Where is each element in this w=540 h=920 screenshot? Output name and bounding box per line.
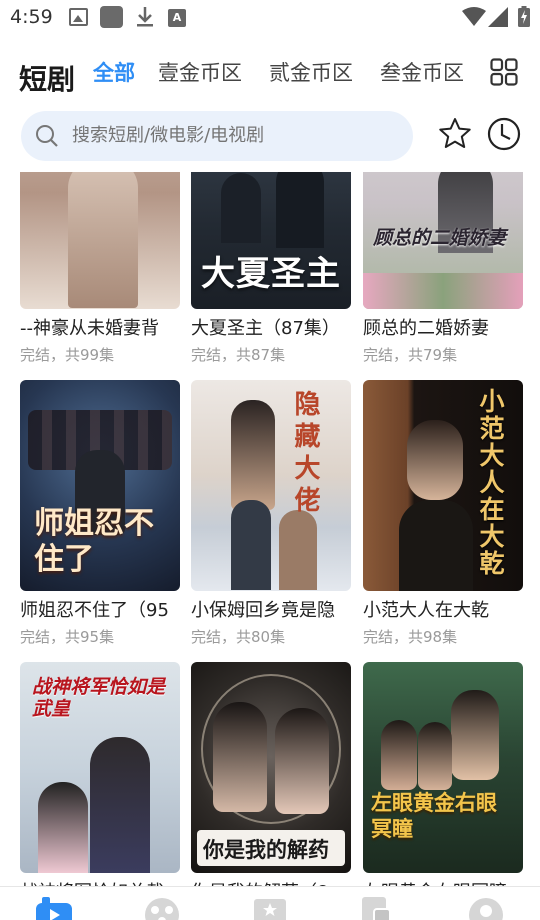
grid-view-icon[interactable] — [490, 58, 518, 86]
signal-icon — [488, 7, 508, 27]
drama-title: 你是我的解药（8 — [191, 878, 363, 886]
tab-one-coin[interactable]: 壹金币区 — [158, 57, 242, 87]
page-title: 短剧 — [19, 63, 76, 96]
document-icon[interactable] — [358, 895, 394, 920]
bookmark-star-icon[interactable] — [252, 895, 288, 920]
drama-poster[interactable]: 师姐忍不住了 — [20, 380, 180, 591]
status-time: 4:59 — [10, 6, 53, 28]
bottom-nav — [0, 886, 540, 920]
poster-title: 你是我的解药 — [203, 837, 329, 862]
tab-all[interactable]: 全部 — [93, 57, 135, 87]
favorite-star-icon[interactable] — [437, 116, 473, 152]
category-header: 短剧 全部 壹金币区 贰金币区 叁金币区 — [0, 50, 540, 100]
drama-poster[interactable]: 大夏圣主 — [191, 172, 351, 309]
drama-title: --神豪从未婚妻背 — [20, 318, 159, 339]
poster-title: 顾总的二婚娇妻 — [373, 227, 507, 249]
drama-status: 完结，共80集 — [191, 628, 286, 646]
drama-title: 战神将军恰如总裁 — [20, 878, 192, 886]
drama-status: 完结，共79集 — [363, 346, 458, 364]
search-icon — [36, 125, 58, 147]
poster-title: 大夏圣主 — [201, 254, 341, 294]
drama-status: 完结，共87集 — [191, 346, 286, 364]
drama-poster[interactable]: 顾总的二婚娇妻 — [363, 172, 523, 309]
drama-title: 左眼黄金右眼冥瞳 — [363, 878, 535, 886]
poster-title: 小范大人在大乾 — [476, 388, 505, 577]
download-icon — [137, 7, 153, 27]
short-drama-page: 4:59 A 短剧 全部 壹金币区 贰金币区 叁金币区 搜索短剧/微电影/电视剧… — [0, 0, 540, 920]
a-badge-icon: A — [168, 9, 186, 27]
image-icon — [69, 8, 88, 26]
tab-three-coin[interactable]: 叁金币区 — [380, 57, 464, 87]
battery-charging-icon — [518, 6, 530, 27]
tab-two-coin[interactable]: 贰金币区 — [269, 57, 353, 87]
status-bar: 4:59 A — [0, 0, 540, 36]
poster-title: 师姐忍不住了 — [34, 506, 154, 577]
drama-status: 完结，共99集 — [20, 346, 115, 364]
drama-poster[interactable]: 你是我的解药 — [191, 662, 351, 873]
drama-title: 顾总的二婚娇妻 — [363, 318, 489, 339]
drama-poster[interactable] — [20, 172, 180, 309]
search-input[interactable] — [72, 111, 402, 161]
poster-title: 战神将军恰如是武皇 — [32, 676, 166, 720]
search-bar[interactable] — [21, 111, 413, 161]
poster-title: 左眼黄金右眼冥瞳 — [371, 790, 497, 841]
drama-title: 小保姆回乡竟是隐 — [191, 600, 335, 621]
drama-poster[interactable]: 左眼黄金右眼冥瞳 — [363, 662, 523, 873]
poster-title: 隐藏大佬 — [290, 390, 320, 518]
wifi-icon — [462, 7, 486, 26]
drama-title: 大夏圣主（87集） — [191, 318, 340, 339]
play-icon[interactable] — [36, 895, 72, 920]
profile-icon[interactable] — [468, 895, 504, 920]
app-icon — [100, 6, 123, 28]
history-clock-icon[interactable] — [486, 116, 522, 152]
film-reel-icon[interactable] — [144, 895, 180, 920]
drama-poster[interactable]: 战神将军恰如是武皇 — [20, 662, 180, 873]
drama-title: 小范大人在大乾 — [363, 600, 489, 621]
drama-grid: --神豪从未婚妻背 完结，共99集 大夏圣主 大夏圣主（87集） 完结，共87集… — [0, 172, 540, 886]
drama-status: 完结，共98集 — [363, 628, 458, 646]
drama-poster[interactable]: 小范大人在大乾 — [363, 380, 523, 591]
drama-status: 完结，共95集 — [20, 628, 115, 646]
drama-poster[interactable]: 隐藏大佬 — [191, 380, 351, 591]
drama-title: 师姐忍不住了（95 — [20, 600, 169, 621]
